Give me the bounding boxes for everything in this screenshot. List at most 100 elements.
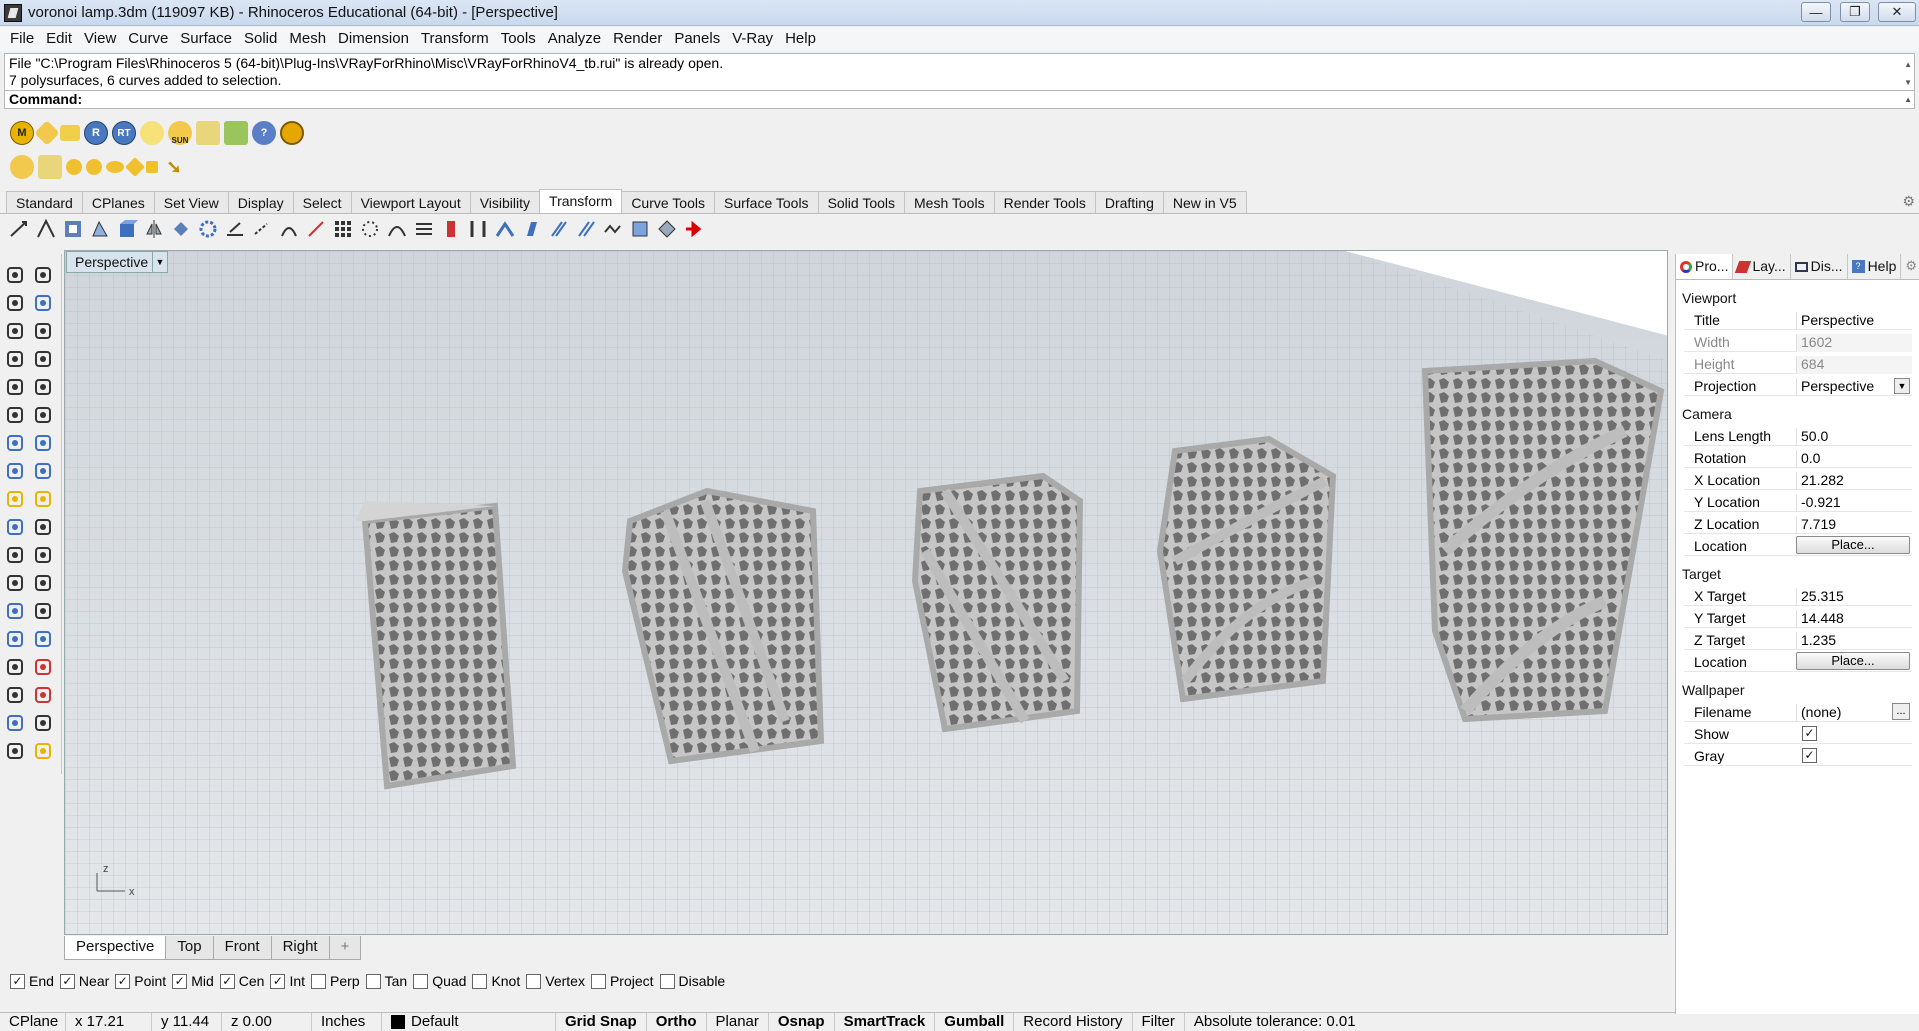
camera-place-button[interactable]: Place... [1796, 536, 1910, 554]
cylinder-icon[interactable] [4, 460, 26, 482]
tab-new-in-v5[interactable]: New in V5 [1162, 191, 1247, 213]
ellipse-icon[interactable] [32, 320, 54, 342]
grid-snap-toggle[interactable]: Grid Snap [556, 1012, 647, 1031]
menu-edit[interactable]: Edit [40, 27, 78, 51]
dimension-icon[interactable] [4, 600, 26, 622]
align-icon[interactable] [224, 218, 246, 240]
polyline-icon[interactable] [4, 292, 26, 314]
maximize-button[interactable]: ❐ [1840, 2, 1870, 22]
tab-display[interactable]: Display [227, 191, 294, 213]
trim-icon[interactable] [4, 572, 26, 594]
tabs-settings-gear-icon[interactable]: ⚙ [1902, 193, 1915, 210]
osnap-mid[interactable]: ✓ Mid [172, 973, 214, 989]
mirror-icon[interactable] [143, 218, 165, 240]
projection-dropdown-icon[interactable]: ▼ [1894, 378, 1910, 394]
view-tab-front[interactable]: Front [212, 936, 272, 960]
material-icon[interactable] [32, 656, 54, 678]
command-scroll-icon[interactable]: ▲ [1904, 91, 1912, 108]
osnap-point-checkbox[interactable]: ✓ [115, 973, 131, 989]
menu-mesh[interactable]: Mesh [283, 27, 332, 51]
osnap-end-checkbox[interactable]: ✓ [10, 973, 25, 989]
osnap-near-checkbox[interactable]: ✓ [59, 973, 75, 989]
osnap-knot-checkbox[interactable] [472, 973, 488, 989]
planar-toggle[interactable]: Planar [707, 1012, 769, 1031]
menu-surface[interactable]: Surface [174, 27, 238, 51]
osnap-vertex[interactable]: Vertex [526, 973, 585, 989]
vray-fur-icon[interactable] [224, 121, 248, 145]
tab-visibility[interactable]: Visibility [469, 191, 541, 213]
split-icon[interactable] [32, 572, 54, 594]
osnap-disable-checkbox[interactable] [659, 973, 675, 989]
menu-dimension[interactable]: Dimension [332, 27, 415, 51]
vray-render-icon[interactable]: R [84, 121, 108, 145]
orient-icon[interactable] [170, 218, 192, 240]
dome-light-icon[interactable] [38, 155, 62, 179]
tab-cplanes[interactable]: CPlanes [81, 191, 155, 213]
view-tab-top[interactable]: Top [165, 936, 214, 960]
panel-settings-gear-icon[interactable]: ⚙ [1902, 254, 1919, 279]
osnap-toggle[interactable]: Osnap [769, 1012, 835, 1031]
properties-tool-icon[interactable] [32, 684, 54, 706]
osnap-tan[interactable]: Tan [365, 973, 407, 989]
tab-standard[interactable]: Standard [6, 191, 83, 213]
view-tab-right[interactable]: Right [270, 936, 330, 960]
vray-sun-icon[interactable]: SUN [168, 121, 192, 145]
osnap-cen-checkbox[interactable]: ✓ [219, 973, 235, 989]
panel-tab-properties[interactable]: Pro... [1676, 254, 1734, 279]
tab-set-view[interactable]: Set View [153, 191, 229, 213]
sporph-icon[interactable] [575, 218, 597, 240]
polar-array-icon[interactable] [359, 218, 381, 240]
chamfer-icon[interactable] [32, 544, 54, 566]
osnap-perp[interactable]: Perp [311, 973, 360, 989]
vray-material-editor-icon[interactable]: M [10, 121, 34, 145]
osnap-project[interactable]: Project [590, 973, 654, 989]
viewport-menu-dropdown-icon[interactable]: ▼ [152, 251, 168, 273]
bend-icon[interactable] [305, 218, 327, 240]
vray-options-icon[interactable] [34, 120, 60, 146]
cut-icon[interactable] [32, 740, 54, 762]
tab-surface-tools[interactable]: Surface Tools [713, 191, 819, 213]
osnap-int[interactable]: ✓ Int [270, 973, 305, 989]
menu-view[interactable]: View [78, 27, 122, 51]
osnap-mid-checkbox[interactable]: ✓ [172, 973, 188, 989]
vray-light-icon[interactable] [196, 121, 220, 145]
tab-select[interactable]: Select [292, 191, 352, 213]
project-to-cplane-icon[interactable] [656, 218, 678, 240]
gumball-toggle[interactable]: Gumball [935, 1012, 1015, 1031]
osnap-knot[interactable]: Knot [472, 973, 520, 989]
browse-wallpaper-button[interactable]: ... [1892, 703, 1910, 720]
curve-control-points-icon[interactable] [32, 292, 54, 314]
viewport-title[interactable]: Perspective [66, 251, 158, 273]
menu-panels[interactable]: Panels [668, 27, 726, 51]
minimize-button[interactable]: — [1801, 2, 1831, 22]
status-layer[interactable]: Default [382, 1012, 556, 1031]
menu-tools[interactable]: Tools [495, 27, 542, 51]
ies-light-icon[interactable] [106, 161, 124, 173]
flow-icon[interactable] [413, 218, 435, 240]
osnap-tan-checkbox[interactable] [365, 973, 381, 989]
x-target-field[interactable]: 25.315 [1796, 588, 1912, 606]
x-location-field[interactable]: 21.282 [1796, 472, 1912, 490]
extend-icon[interactable] [4, 404, 26, 426]
close-button[interactable]: ✕ [1878, 2, 1916, 22]
twist-icon[interactable] [278, 218, 300, 240]
splop-icon[interactable] [548, 218, 570, 240]
move-icon[interactable] [8, 218, 30, 240]
tab-render-tools[interactable]: Render Tools [993, 191, 1096, 213]
fillet-icon[interactable] [4, 544, 26, 566]
create-cage-icon[interactable] [629, 218, 651, 240]
render-icon[interactable] [4, 656, 26, 678]
solid-box-icon[interactable] [4, 432, 26, 454]
menu-file[interactable]: File [4, 27, 40, 51]
status-cplane[interactable]: CPlane [0, 1012, 66, 1031]
tab-mesh-tools[interactable]: Mesh Tools [904, 191, 995, 213]
box-edit-icon[interactable] [116, 218, 138, 240]
explode-icon[interactable] [4, 488, 26, 510]
y-target-field[interactable]: 14.448 [1796, 610, 1912, 628]
panel-tab-layers[interactable]: Lay... [1733, 254, 1791, 279]
surface-icon[interactable] [32, 460, 54, 482]
tab-drafting[interactable]: Drafting [1094, 191, 1164, 213]
scroll-up-icon[interactable]: ▲ [1904, 56, 1912, 73]
rotation-field[interactable]: 0.0 [1796, 450, 1912, 468]
array-curve-icon[interactable] [386, 218, 408, 240]
